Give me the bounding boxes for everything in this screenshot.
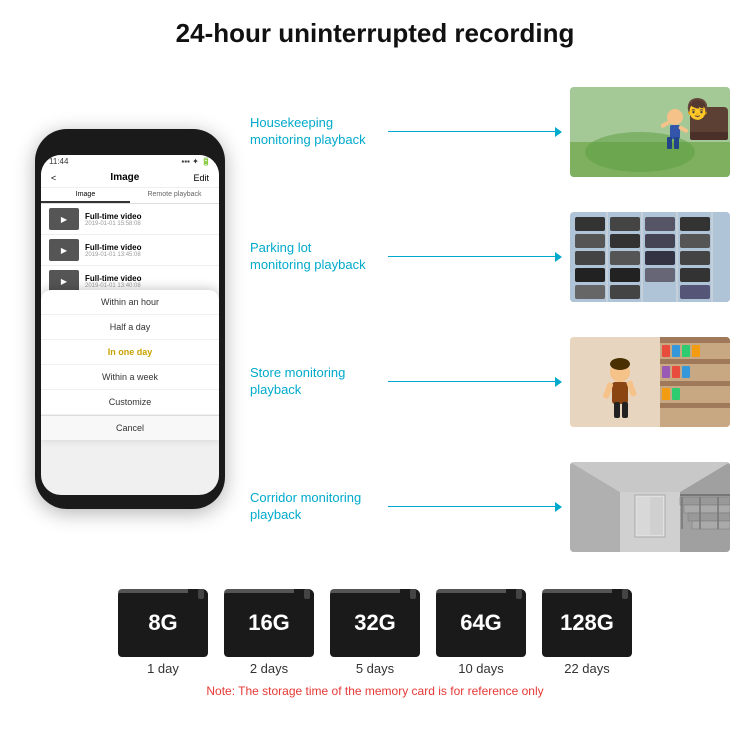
- monitoring-item-0: Housekeepingmonitoring playback: [250, 87, 730, 177]
- video-item-2[interactable]: ▶ Full-time video 2019-01-01 13:45:08: [41, 235, 219, 266]
- photo-corridor: [570, 462, 730, 552]
- phone-back-button[interactable]: <: [51, 173, 56, 183]
- monitoring-label-1: Parking lotmonitoring playback: [250, 240, 380, 274]
- monitoring-item-1: Parking lotmonitoring playback: [250, 212, 730, 302]
- sdcard-notch-2: [410, 589, 416, 599]
- monitoring-section: Housekeepingmonitoring playback: [250, 59, 730, 579]
- sdcard-item-3: 64G 10 days: [436, 589, 526, 676]
- sdcard-0: 8G: [118, 589, 208, 657]
- sdcard-item-1: 16G 2 days: [224, 589, 314, 676]
- phone-container: 11:44 ▪▪▪ ✦ 🔋 < Image Edit Image Remote …: [20, 59, 240, 579]
- sdcard-size-3: 64G: [460, 610, 502, 636]
- arrow-3: [555, 502, 562, 512]
- video-info-1: Full-time video 2019-01-01 15:58:08: [85, 212, 141, 227]
- sdcard-item-4: 128G 22 days: [542, 589, 632, 676]
- phone-status-bar: 11:44 ▪▪▪ ✦ 🔋: [41, 155, 219, 168]
- dropdown-item-4[interactable]: Customize: [41, 390, 219, 415]
- connect-line-2: [388, 377, 562, 387]
- monitoring-label-3: Corridor monitoringplayback: [250, 490, 380, 524]
- note-text: Note: The storage time of the memory car…: [206, 684, 543, 698]
- sdcard-size-2: 32G: [354, 610, 396, 636]
- monitoring-image-2: [570, 337, 730, 427]
- monitoring-image-0: [570, 87, 730, 177]
- sdcard-days-0: 1 day: [147, 661, 179, 676]
- line-0: [388, 131, 555, 133]
- sdcard-size-4: 128G: [560, 610, 614, 636]
- monitoring-label-0: Housekeepingmonitoring playback: [250, 115, 380, 149]
- phone-tab-image[interactable]: Image: [41, 188, 130, 203]
- dropdown-item-1[interactable]: Half a day: [41, 315, 219, 340]
- phone-signal: ▪▪▪ ✦ 🔋: [181, 157, 211, 166]
- monitoring-item-2: Store monitoringplayback: [250, 337, 730, 427]
- photo-housekeeping: [570, 87, 730, 177]
- monitoring-image-1: [570, 212, 730, 302]
- video-thumb-1: ▶: [49, 208, 79, 230]
- arrow-2: [555, 377, 562, 387]
- dropdown-overlay: Within an hour Half a day In one day Wit…: [41, 290, 219, 440]
- sdcard-row: 8G 1 day 16G 2 days 32G 5 days 64G: [118, 589, 632, 676]
- sdcard-notch-4: [622, 589, 628, 599]
- main-content: 11:44 ▪▪▪ ✦ 🔋 < Image Edit Image Remote …: [0, 59, 750, 579]
- arrow-0: [555, 127, 562, 137]
- video-date-3: 2019-01-01 13:40:08: [85, 283, 141, 289]
- dropdown-cancel-button[interactable]: Cancel: [41, 415, 219, 440]
- phone-screen: 11:44 ▪▪▪ ✦ 🔋 < Image Edit Image Remote …: [41, 155, 219, 495]
- sdcard-4: 128G: [542, 589, 632, 657]
- sdcard-size-1: 16G: [248, 610, 290, 636]
- page-header: 24-hour uninterrupted recording: [0, 0, 750, 59]
- sdcard-size-0: 8G: [148, 610, 177, 636]
- sdcard-notch-0: [198, 589, 204, 599]
- phone-mockup: 11:44 ▪▪▪ ✦ 🔋 < Image Edit Image Remote …: [35, 129, 225, 509]
- line-3: [388, 506, 555, 508]
- video-thumb-2: ▶: [49, 239, 79, 261]
- sdcard-item-2: 32G 5 days: [330, 589, 420, 676]
- video-info-3: Full-time video 2019-01-01 13:40:08: [85, 274, 141, 289]
- sdcard-days-3: 10 days: [458, 661, 504, 676]
- sdcard-days-1: 2 days: [250, 661, 288, 676]
- monitoring-item-3: Corridor monitoringplayback: [250, 462, 730, 552]
- video-date-2: 2019-01-01 13:45:08: [85, 252, 141, 258]
- sdcard-1: 16G: [224, 589, 314, 657]
- connect-line-0: [388, 127, 562, 137]
- video-title-3: Full-time video: [85, 274, 141, 283]
- sdcard-item-0: 8G 1 day: [118, 589, 208, 676]
- phone-edit-button[interactable]: Edit: [193, 173, 209, 183]
- video-date-1: 2019-01-01 15:58:08: [85, 221, 141, 227]
- video-title-2: Full-time video: [85, 243, 141, 252]
- phone-tabs: Image Remote playback: [41, 188, 219, 204]
- sdcard-notch-3: [516, 589, 522, 599]
- video-title-1: Full-time video: [85, 212, 141, 221]
- dropdown-item-0[interactable]: Within an hour: [41, 290, 219, 315]
- page-title: 24-hour uninterrupted recording: [10, 18, 740, 49]
- monitoring-image-3: [570, 462, 730, 552]
- video-info-2: Full-time video 2019-01-01 13:45:08: [85, 243, 141, 258]
- phone-screen-title: Image: [110, 172, 139, 183]
- photo-store: [570, 337, 730, 427]
- monitoring-label-2: Store monitoringplayback: [250, 365, 380, 399]
- connect-line-1: [388, 252, 562, 262]
- sdcard-days-4: 22 days: [564, 661, 610, 676]
- phone-notch: [100, 139, 160, 153]
- phone-time: 11:44: [49, 157, 68, 166]
- arrow-1: [555, 252, 562, 262]
- phone-tab-remote[interactable]: Remote playback: [130, 188, 219, 203]
- sdcard-2: 32G: [330, 589, 420, 657]
- connect-line-3: [388, 502, 562, 512]
- video-item-1[interactable]: ▶ Full-time video 2019-01-01 15:58:08: [41, 204, 219, 235]
- sdcard-section: 8G 1 day 16G 2 days 32G 5 days 64G: [0, 579, 750, 706]
- dropdown-item-2[interactable]: In one day: [41, 340, 219, 365]
- line-2: [388, 381, 555, 383]
- photo-parking: [570, 212, 730, 302]
- sdcard-notch-1: [304, 589, 310, 599]
- dropdown-item-3[interactable]: Within a week: [41, 365, 219, 390]
- sdcard-3: 64G: [436, 589, 526, 657]
- video-thumb-3: ▶: [49, 270, 79, 292]
- line-1: [388, 256, 555, 258]
- phone-nav-bar: < Image Edit: [41, 168, 219, 188]
- sdcard-days-2: 5 days: [356, 661, 394, 676]
